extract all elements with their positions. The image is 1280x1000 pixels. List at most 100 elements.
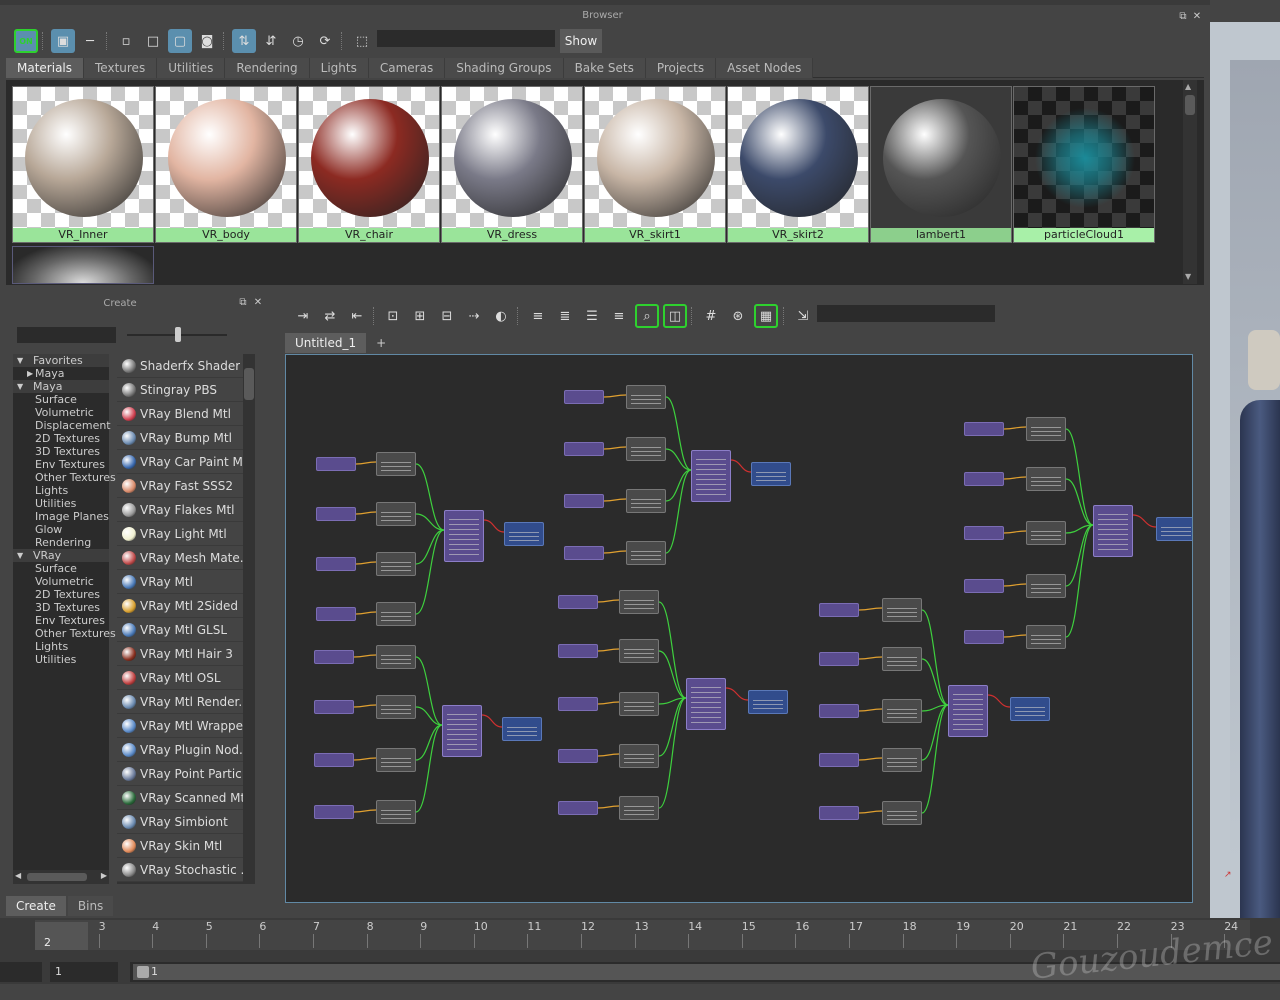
place2dtexture-node[interactable] bbox=[564, 442, 604, 456]
tab-bins[interactable]: Bins bbox=[67, 896, 114, 916]
node-list-item[interactable]: VRay Fast SSS2 bbox=[117, 474, 245, 498]
place2dtexture-node[interactable] bbox=[819, 652, 859, 666]
vray-material-node[interactable] bbox=[442, 705, 482, 757]
file-texture-node[interactable] bbox=[882, 801, 922, 825]
tab-bake-sets[interactable]: Bake Sets bbox=[563, 58, 646, 78]
tree-item[interactable]: ▼ Favorites bbox=[13, 354, 109, 367]
file-texture-node[interactable] bbox=[619, 639, 659, 663]
tab-rendering[interactable]: Rendering bbox=[225, 58, 310, 78]
file-texture-node[interactable] bbox=[376, 800, 416, 824]
node-list-item[interactable]: VRay Stochastic ... bbox=[117, 858, 245, 882]
node-list-item[interactable]: VRay Scanned Mtl bbox=[117, 786, 245, 810]
tree-item[interactable]: Rendering bbox=[13, 536, 109, 549]
shading-group-node[interactable] bbox=[1010, 697, 1050, 721]
swatch-toggle-icon[interactable]: ◫ bbox=[663, 304, 687, 328]
material-swatch[interactable] bbox=[12, 246, 154, 284]
place2dtexture-node[interactable] bbox=[964, 630, 1004, 644]
vray-material-node[interactable] bbox=[948, 685, 988, 737]
place2dtexture-node[interactable] bbox=[314, 700, 354, 714]
tree-item[interactable]: Env Textures bbox=[13, 458, 109, 471]
file-texture-node[interactable] bbox=[626, 385, 666, 409]
tree-item[interactable]: Image Planes bbox=[13, 510, 109, 523]
medium-icons-icon[interactable]: □ bbox=[141, 29, 165, 53]
tab-create[interactable]: Create bbox=[6, 896, 66, 916]
full-view-icon[interactable]: ☰ bbox=[580, 304, 604, 328]
node-list-item[interactable]: VRay Mtl GLSL bbox=[117, 618, 245, 642]
input-connections-icon[interactable]: ⇥ bbox=[291, 304, 315, 328]
close-icon[interactable]: ✕ bbox=[252, 297, 264, 309]
place2dtexture-node[interactable] bbox=[964, 526, 1004, 540]
tab-utilities[interactable]: Utilities bbox=[157, 58, 226, 78]
add-selected-icon[interactable]: ⊟ bbox=[435, 304, 459, 328]
tree-item[interactable]: Other Textures bbox=[13, 627, 116, 640]
create-search-input[interactable] bbox=[17, 327, 116, 343]
node-list-item[interactable]: VRay Bump Mtl bbox=[117, 426, 245, 450]
material-swatch[interactable]: particleCloud1 bbox=[1013, 86, 1155, 243]
place2dtexture-node[interactable] bbox=[964, 579, 1004, 593]
menu-bar[interactable] bbox=[0, 0, 1210, 5]
file-texture-node[interactable] bbox=[376, 695, 416, 719]
file-texture-node[interactable] bbox=[1026, 625, 1066, 649]
place2dtexture-node[interactable] bbox=[964, 422, 1004, 436]
frame-all-icon[interactable]: ⊡ bbox=[381, 304, 405, 328]
file-texture-node[interactable] bbox=[626, 541, 666, 565]
file-texture-node[interactable] bbox=[1026, 521, 1066, 545]
node-list-item[interactable]: VRay Light Mtl bbox=[117, 522, 245, 546]
tree-item[interactable]: Displacement bbox=[13, 419, 111, 432]
material-swatch[interactable]: VR_body bbox=[155, 86, 297, 243]
tree-item[interactable]: Volumetric bbox=[13, 406, 109, 419]
node-list-item[interactable]: VRay Skin Mtl bbox=[117, 834, 245, 858]
clear-graph-icon[interactable]: ◐ bbox=[489, 304, 513, 328]
tree-item[interactable]: Utilities bbox=[13, 653, 109, 666]
node-list-item[interactable]: VRay Mtl OSL bbox=[117, 666, 245, 690]
node-list-item[interactable]: VRay Car Paint Mtl bbox=[117, 450, 245, 474]
shading-group-node[interactable] bbox=[1156, 517, 1192, 541]
float-icon[interactable]: ⧉ bbox=[237, 297, 249, 309]
node-list-item[interactable]: VRay Mtl bbox=[117, 570, 245, 594]
playback-start-field[interactable]: 1 bbox=[50, 962, 118, 982]
tree-item[interactable]: Surface bbox=[13, 393, 109, 406]
node-list-item[interactable]: VRay Mtl 2Sided bbox=[117, 594, 245, 618]
node-list-item[interactable]: VRay Simbiont bbox=[117, 810, 245, 834]
rearrange-graph-icon[interactable]: ⇲ bbox=[791, 304, 815, 328]
graph-tab[interactable]: Untitled_1 bbox=[285, 333, 367, 353]
float-icon[interactable]: ⧉ bbox=[1177, 11, 1189, 23]
shading-group-node[interactable] bbox=[502, 717, 542, 741]
place2dtexture-node[interactable] bbox=[316, 607, 356, 621]
sort-alpha-icon[interactable]: ⇅ bbox=[232, 29, 256, 53]
shading-group-node[interactable] bbox=[504, 522, 544, 546]
place2dtexture-node[interactable] bbox=[316, 557, 356, 571]
place2dtexture-node[interactable] bbox=[316, 457, 356, 471]
node-list-item[interactable]: VRay Mtl Hair 3 bbox=[117, 642, 245, 666]
node-list-item[interactable]: Shaderfx Shader bbox=[117, 354, 245, 378]
frame-selected-icon[interactable]: ⊞ bbox=[408, 304, 432, 328]
node-list-item[interactable]: VRay Mtl Render... bbox=[117, 690, 245, 714]
output-connections-icon[interactable]: ⇤ bbox=[345, 304, 369, 328]
material-swatch[interactable]: lambert1 bbox=[870, 86, 1012, 243]
node-list-item[interactable]: Stingray PBS bbox=[117, 378, 245, 402]
sort-type-icon[interactable]: ⇵ bbox=[259, 29, 283, 53]
tab-textures[interactable]: Textures bbox=[84, 58, 158, 78]
icon-size-slider-handle[interactable] bbox=[175, 327, 181, 342]
extra-large-icons-icon[interactable]: ◙ bbox=[195, 29, 219, 53]
file-texture-node[interactable] bbox=[1026, 574, 1066, 598]
place2dtexture-node[interactable] bbox=[558, 644, 598, 658]
tree-item[interactable]: Other Textures bbox=[13, 471, 116, 484]
file-texture-node[interactable] bbox=[376, 552, 416, 576]
show-button[interactable]: Show bbox=[560, 29, 602, 53]
place2dtexture-node[interactable] bbox=[314, 753, 354, 767]
file-texture-node[interactable] bbox=[619, 744, 659, 768]
node-list-scrollbar-thumb[interactable] bbox=[244, 368, 254, 400]
expand-icon[interactable]: ▼ bbox=[17, 549, 23, 562]
add-tab-button[interactable]: + bbox=[366, 333, 397, 353]
tree-item[interactable]: ▼ VRay bbox=[13, 549, 109, 562]
tab-asset-nodes[interactable]: Asset Nodes bbox=[716, 58, 814, 78]
tree-item[interactable]: Lights bbox=[13, 640, 109, 653]
small-icons-icon[interactable]: ▫ bbox=[114, 29, 138, 53]
range-checkbox[interactable] bbox=[137, 966, 149, 978]
tree-item[interactable]: 2D Textures bbox=[13, 432, 109, 445]
tree-item[interactable]: 3D Textures bbox=[13, 445, 109, 458]
tree-item[interactable]: Env Textures bbox=[13, 614, 109, 627]
tree-item[interactable]: 3D Textures bbox=[13, 601, 109, 614]
shading-group-node[interactable] bbox=[748, 690, 788, 714]
